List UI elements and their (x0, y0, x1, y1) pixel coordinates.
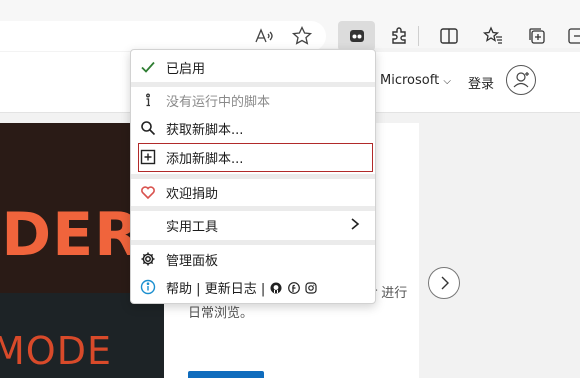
menu-item-enabled[interactable]: 已启用 (131, 54, 375, 80)
puzzle-extensions-icon[interactable] (387, 24, 411, 48)
footer-separator: | (196, 282, 201, 297)
menu-separator (131, 240, 375, 245)
extension-icon (345, 24, 369, 48)
extension-active-button[interactable] (338, 21, 375, 51)
menu-item-no-scripts: 没有运行中的脚本 (131, 87, 375, 113)
carousel-next-button[interactable] (428, 267, 460, 299)
info-circle-icon (140, 279, 156, 295)
split-screen-icon[interactable] (437, 24, 461, 48)
checkmark-icon (140, 59, 156, 75)
microsoft-label: Microsoft (380, 73, 440, 88)
footer-links: 帮助 | 更新日志 | (166, 278, 317, 297)
add-square-icon (140, 149, 156, 165)
collections-icon[interactable] (525, 24, 549, 48)
instagram-icon[interactable] (305, 282, 317, 294)
changelog-link[interactable]: 更新日志 (205, 282, 257, 297)
heart-icon (140, 184, 156, 200)
info-i-icon (140, 92, 156, 108)
microsoft-menu[interactable]: Microsoft ⌵ (380, 73, 451, 88)
menu-label: 已启用 (166, 62, 206, 77)
favorites-icon[interactable] (481, 24, 505, 48)
github-icon[interactable] (270, 282, 282, 294)
help-link[interactable]: 帮助 (166, 282, 192, 297)
menu-label: 添加新脚本... (166, 152, 244, 167)
chevron-right-icon (441, 276, 449, 290)
extension-popup-menu: 已启用 没有运行中的脚本 获取新脚本... 添加新脚本... 欢迎捐助 实用工具… (130, 49, 376, 304)
card-action-button[interactable] (188, 371, 264, 378)
gear-icon (140, 251, 156, 267)
menu-label: 没有运行中的脚本 (166, 95, 271, 110)
menu-label: 欢迎捐助 (166, 187, 219, 202)
menu-item-utilities[interactable]: 实用工具 (131, 212, 375, 238)
read-aloud-icon[interactable] (252, 24, 276, 48)
hero-mode: MODE (0, 329, 112, 373)
menu-item-add-script[interactable]: 添加新脚本... (138, 143, 373, 172)
facebook-icon[interactable] (287, 282, 300, 294)
favorite-star-icon[interactable] (290, 24, 314, 48)
menu-label: 实用工具 (166, 220, 219, 235)
login-link[interactable]: 登录 (468, 73, 494, 92)
menu-separator (131, 206, 375, 211)
address-bar[interactable] (0, 21, 326, 51)
menu-item-help: 帮助 | 更新日志 | (131, 274, 375, 300)
menu-item-donate[interactable]: 欢迎捐助 (131, 179, 375, 205)
search-icon (140, 120, 156, 136)
menu-label: 获取新脚本... (166, 123, 244, 138)
footer-separator: | (260, 282, 266, 297)
menu-item-dashboard[interactable]: 管理面板 (131, 246, 375, 272)
toolbar-divider (418, 26, 419, 46)
browser-toolbar (0, 0, 580, 51)
hero-word: ADER (0, 200, 142, 270)
chevron-down-icon: ⌵ (443, 76, 451, 87)
chevron-right-icon (349, 216, 361, 232)
account-avatar-icon[interactable] (506, 65, 536, 95)
profile-icon[interactable] (566, 24, 580, 48)
menu-label: 管理面板 (166, 254, 219, 269)
menu-item-get-scripts[interactable]: 获取新脚本... (131, 115, 375, 141)
